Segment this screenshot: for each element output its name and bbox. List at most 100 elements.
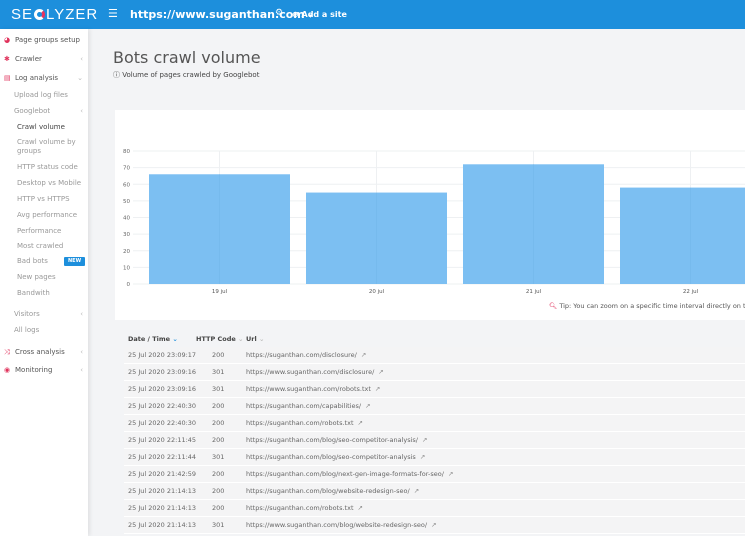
url-cell[interactable]: https://suganthan.com/robots.txt ↗ [246,500,363,516]
sidebar-item-performance[interactable]: Performance [0,224,88,238]
cell-text: https://suganthan.com/disclosure/ [246,351,357,359]
table-row[interactable]: 25 Jul 2020 21:14:13 200 https://suganthan… [124,483,745,500]
external-link-icon[interactable]: ↗ [358,504,363,512]
cell-text: https://www.suganthan.com/blog/website-r… [246,521,428,529]
sidebar-item-crawler[interactable]: ✱ Crawler ‹ [0,52,88,66]
external-link-icon[interactable]: ↗ [420,453,425,461]
cell-text: 25 Jul 2020 22:40:30 [128,419,197,427]
url-cell[interactable]: https://suganthan.com/disclosure/ ↗ [246,347,366,363]
sidebar-item-page-groups-setup[interactable]: ◕ Page groups setup [0,33,88,47]
menu-icon[interactable]: ☰ [108,7,118,20]
sidebar-item-crawl-volume-by-groups[interactable]: Crawl volume by groups [0,136,88,155]
col-code[interactable]: HTTP Code ⌄ [196,332,244,347]
table-row[interactable]: 25 Jul 2020 23:09:16 301 https://www.sugan… [124,381,745,398]
code-cell: 301 [212,517,224,533]
url-cell[interactable]: https://suganthan.com/capabilities/↗ [246,398,371,414]
external-link-icon[interactable]: ↗ [378,368,383,376]
sidebar-item-most-crawled[interactable]: Most crawled [0,239,88,253]
external-link-icon[interactable]: ↗ [414,487,419,495]
sidebar-item-http-vs-https[interactable]: HTTP vs HTTPS [0,192,88,206]
table-row[interactable]: 25 Jul 2020 23:09:17 200 https://suganthan… [124,347,745,364]
cell-text: 200 [212,351,225,359]
date-cell: 25 Jul 2020 23:09:17 [128,347,196,363]
url-cell[interactable]: https://suganthan.com/blog/next-gen-imag… [246,466,453,482]
sidebar-item-googlebot[interactable]: Googlebot ‹ [0,104,88,118]
cell-text: 25 Jul 2020 21:42:59 [128,470,197,478]
sidebar-item-label: Performance [17,227,62,235]
external-link-icon[interactable]: ↗ [365,402,370,410]
sidebar-item-new-pages[interactable]: New pages [0,270,88,284]
x-tick-label: 22 jul [683,289,699,295]
external-link-icon[interactable]: ↗ [375,385,380,393]
sidebar-item-label: Page groups setup [15,36,80,44]
cell-text: 301 [212,385,225,393]
sidebar-item-upload-log-files[interactable]: Upload log files [0,88,88,102]
sidebar-item-label: Cross analysis [15,348,65,356]
url-cell[interactable]: https://suganthan.com/robots.txt ↗ [246,415,363,431]
sidebar-item-avg-performance[interactable]: Avg performance [0,208,88,222]
sidebar-item-crawl-volume[interactable]: Crawl volume [0,120,88,134]
sidebar-item-bandwith[interactable]: Bandwith [0,286,88,300]
table-row[interactable]: 25 Jul 2020 23:09:16 301 https://www.sugan… [124,364,745,381]
sidebar-item-label: New pages [17,273,56,281]
url-cell[interactable]: https://suganthan.com/blog/seo-competito… [246,432,427,448]
logo[interactable]: SE LYZER [11,6,98,23]
pulse-icon: ◉ [4,366,11,374]
chevron-left-icon: ‹ [80,55,83,63]
bar-chart[interactable]: 0 10 20 30 40 50 60 70 80 19 jul 20 jul 21 jul 22 ju… [115,110,745,320]
table-row[interactable]: 25 Jul 2020 21:42:59 200 https://suganthan… [124,466,745,483]
date-cell: 25 Jul 2020 21:42:59 [128,466,196,482]
sidebar-item-http-status-code[interactable]: HTTP status code [0,160,88,174]
y-tick-label: 20 [123,249,130,255]
cell-text: https://suganthan.com/blog/next-gen-imag… [246,470,444,478]
table-row[interactable]: 25 Jul 2020 22:40:30 200 https://suganthan… [124,398,745,415]
y-tick-label: 60 [123,182,130,188]
cell-text: https://suganthan.com/robots.txt [246,504,354,512]
cell-text: 200 [212,402,225,410]
gear-icon[interactable]: ⚙ [275,8,283,18]
pie-icon: ◕ [4,36,11,44]
sidebar-item-label: Avg performance [17,211,78,219]
sidebar-item-all-logs[interactable]: All logs [0,323,88,337]
sidebar-item-label: Crawl volume [17,123,65,131]
col-url-label: Url [246,335,257,343]
site-selector[interactable]: https://www.suganthan.com ▾ [130,8,312,21]
sidebar-item-label: Bandwith [17,289,50,297]
table-row[interactable]: 25 Jul 2020 21:14:13 200 https://suganthan… [124,500,745,517]
table-row[interactable]: 25 Jul 2020 22:11:44 301 https://suganthan… [124,449,745,466]
url-cell[interactable]: https://suganthan.com/blog/seo-competito… [246,449,425,465]
url-cell[interactable]: https://www.suganthan.com/blog/website-r… [246,517,437,533]
add-site-label: Add a site [301,10,347,19]
cell-text: 25 Jul 2020 23:09:16 [128,368,197,376]
cell-text: 25 Jul 2020 21:14:13 [128,487,197,495]
cell-text: https://suganthan.com/blog/website-redes… [246,487,410,495]
y-tick-label: 10 [123,265,130,271]
sidebar-item-label: Visitors [14,310,40,318]
sidebar-item-log-analysis[interactable]: ▤ Log analysis ⌄ [0,71,88,85]
code-cell: 200 [212,398,224,414]
sidebar-item-cross-analysis[interactable]: ⤨ Cross analysis ‹ [0,345,88,359]
url-cell[interactable]: https://www.suganthan.com/robots.txt ↗ [246,381,380,397]
external-link-icon[interactable]: ↗ [358,419,363,427]
external-link-icon[interactable]: ↗ [361,351,366,359]
table-row[interactable]: 25 Jul 2020 22:40:30 200 https://suganthan… [124,415,745,432]
table-row[interactable]: 25 Jul 2020 21:14:13 301 https://www.sugan… [124,517,745,534]
external-link-icon[interactable]: ↗ [422,436,427,444]
bar[interactable] [620,187,745,284]
cell-text: https://suganthan.com/robots.txt [246,419,354,427]
url-cell[interactable]: https://www.suganthan.com/disclosure/↗ [246,364,384,380]
external-link-icon[interactable]: ↗ [431,521,436,529]
url-cell[interactable]: https://suganthan.com/blog/website-redes… [246,483,419,499]
table-row[interactable]: 25 Jul 2020 22:11:45 200 https://suganthan… [124,432,745,449]
sidebar-item-visitors[interactable]: Visitors ‹ [0,307,88,321]
date-cell: 25 Jul 2020 22:40:30 [128,398,196,414]
external-link-icon[interactable]: ↗ [448,470,453,478]
cell-text: 200 [212,436,225,444]
sidebar-item-desktop-vs-mobile[interactable]: Desktop vs Mobile [0,176,88,190]
col-url[interactable]: Url ⌄ [246,332,264,347]
col-date[interactable]: Date / Time ⌄ [128,332,178,347]
code-cell: 200 [212,347,224,363]
sidebar-item-monitoring[interactable]: ◉ Monitoring ‹ [0,363,88,377]
sidebar-item-bad-bots[interactable]: Bad bots NEW [0,254,88,268]
add-site-button[interactable]: ⊕ Add a site [292,10,347,19]
